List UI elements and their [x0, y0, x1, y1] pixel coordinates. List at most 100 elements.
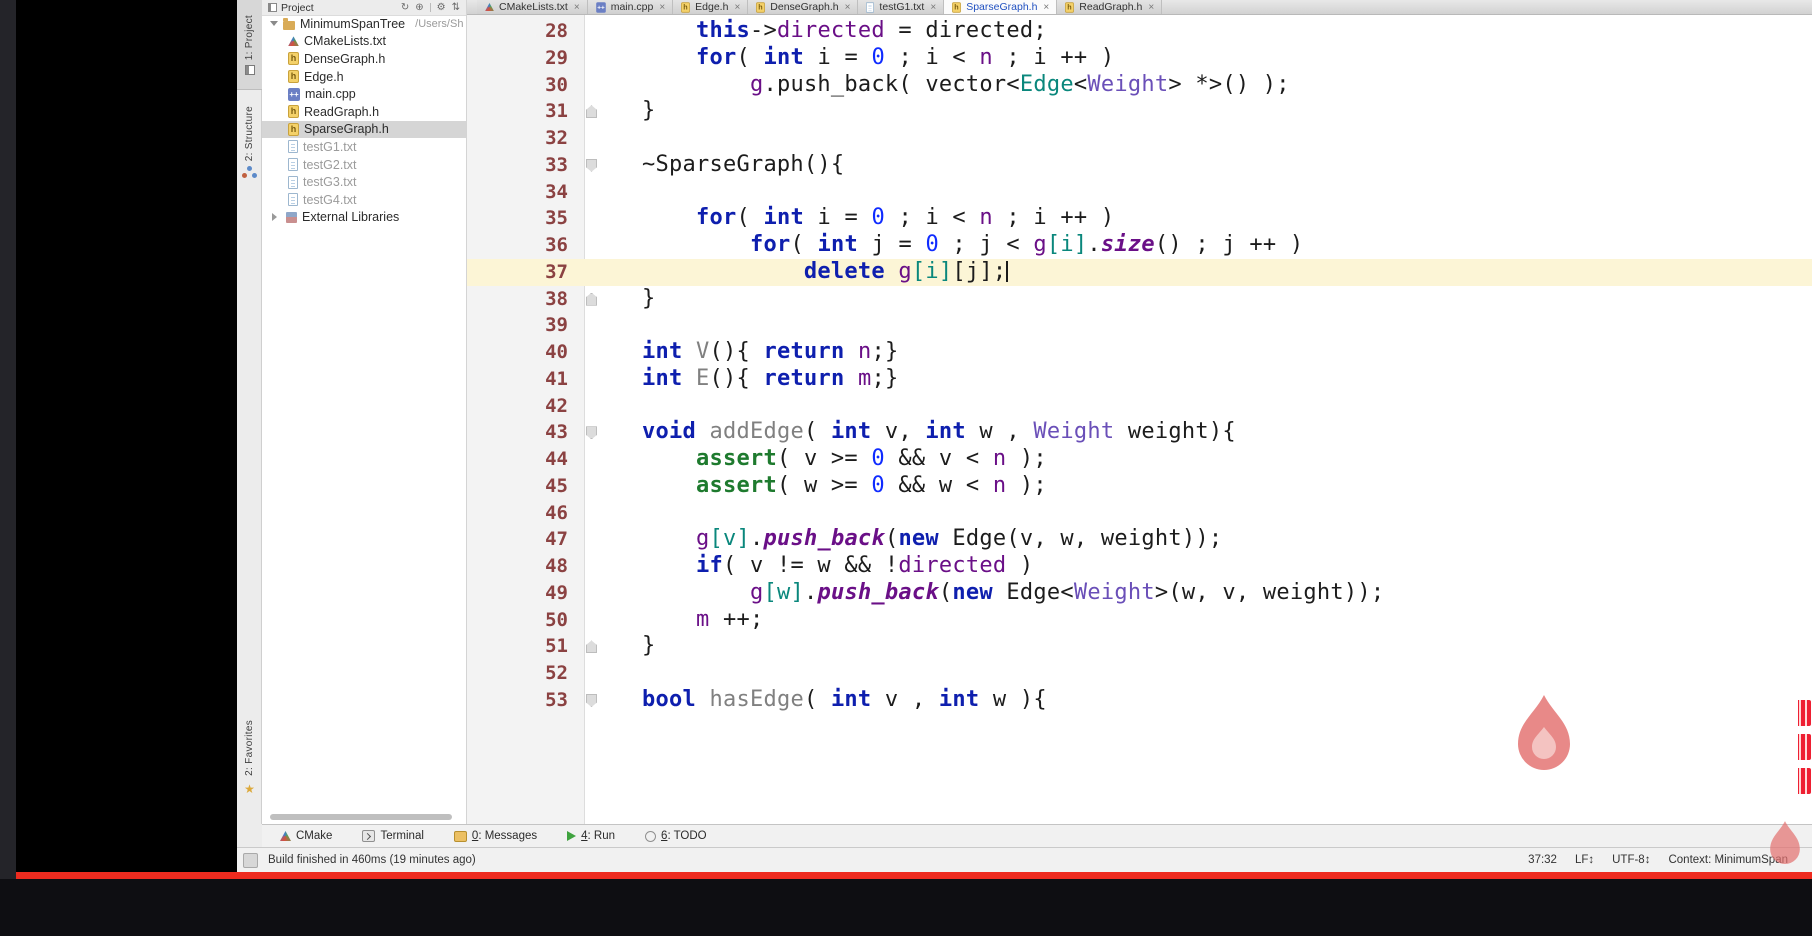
tree-item-label: testG3.txt	[303, 175, 357, 190]
code-line-48[interactable]: 48 if( v != w && !directed )	[467, 553, 1812, 580]
tool-button-favorites[interactable]: 2: Favorites	[237, 700, 262, 818]
tab-close-icon[interactable]: ×	[1043, 2, 1049, 13]
code-line-40[interactable]: 40 int V(){ return n;}	[467, 339, 1812, 366]
tool-button-structure[interactable]: 2: Structure	[237, 92, 262, 192]
code-line-36[interactable]: 36 for( int j = 0 ; j < g[i].size() ; j …	[467, 232, 1812, 259]
tree-item-cmakelists-txt[interactable]: CMakeLists.txt	[262, 33, 466, 51]
tab-close-icon[interactable]: ×	[845, 2, 851, 13]
tree-item-path: /Users/Sh	[415, 17, 464, 30]
code-line-42[interactable]: 42	[467, 393, 1812, 420]
code-line-37[interactable]: 37 delete g[i][j];	[467, 258, 1812, 286]
code-line-28[interactable]: 28 this->directed = directed;	[467, 18, 1812, 45]
toolwindow-button-cmake[interactable]: CMake	[280, 830, 332, 842]
line-number: 29	[545, 46, 568, 69]
tab-label: main.cpp	[610, 1, 654, 13]
cmake-file-icon	[288, 36, 299, 47]
line-number: 35	[545, 207, 568, 230]
status-item-lf[interactable]: LF↕	[1575, 854, 1594, 866]
tree-item-main-cpp[interactable]: main.cpp	[262, 85, 466, 103]
video-progress-bar[interactable]	[16, 872, 1812, 879]
tab-label: CMakeLists.txt	[499, 1, 568, 13]
line-number: 40	[545, 341, 568, 364]
tab-close-icon[interactable]: ×	[659, 2, 665, 13]
tree-item-minimumspantree[interactable]: MinimumSpanTree/Users/Sh	[262, 15, 466, 33]
editor-tab-sparsegraph-h[interactable]: SparseGraph.h ×	[944, 0, 1058, 14]
collapse-all-icon[interactable]: ⇅	[452, 2, 460, 13]
editor-tab-densegraph-h[interactable]: DenseGraph.h ×	[748, 0, 859, 14]
project-panel-icon	[268, 3, 277, 12]
code-line-30[interactable]: 30 g.push_back( vector<Edge<Weight> *>()…	[467, 72, 1812, 99]
tab-label: SparseGraph.h	[966, 1, 1038, 13]
code-line-35[interactable]: 35 for( int i = 0 ; i < n ; i ++ )	[467, 205, 1812, 232]
project-panel-header-icons: ↻ ⊕ ⚙ ⇅	[401, 2, 460, 13]
tree-item-testg1-txt[interactable]: testG1.txt	[262, 138, 466, 156]
line-number: 37	[545, 260, 568, 283]
terminal-icon	[362, 830, 376, 842]
tab-close-icon[interactable]: ×	[574, 2, 580, 13]
tree-item-readgraph-h[interactable]: ReadGraph.h	[262, 103, 466, 121]
code-line-52[interactable]: 52	[467, 660, 1812, 687]
code-line-45[interactable]: 45 assert( w >= 0 && w < n );	[467, 473, 1812, 500]
status-item-37-32[interactable]: 37:32	[1528, 854, 1557, 866]
tab-close-icon[interactable]: ×	[1148, 2, 1154, 13]
code-line-32[interactable]: 32	[467, 125, 1812, 152]
video-player-frame: 1: Project 2: Structure 2: Favorites Pro…	[0, 0, 1812, 936]
editor-tab-main-cpp[interactable]: main.cpp ×	[587, 0, 674, 14]
project-panel-title: Project	[281, 1, 314, 14]
code-line-29[interactable]: 29 for( int i = 0 ; i < n ; i ++ )	[467, 45, 1812, 72]
refresh-icon[interactable]: ↻	[401, 2, 409, 13]
toolwindow-button-6-todo[interactable]: 6: TODO	[645, 830, 707, 842]
code-line-34[interactable]: 34	[467, 179, 1812, 206]
tree-item-testg2-txt[interactable]: testG2.txt	[262, 156, 466, 174]
code-line-49[interactable]: 49 g[w].push_back(new Edge<Weight>(w, v,…	[467, 580, 1812, 607]
code-line-51[interactable]: 51 }	[467, 633, 1812, 660]
editor-tab-testg1-txt[interactable]: testG1.txt ×	[858, 0, 945, 14]
code-text: }	[641, 285, 656, 311]
code-line-53[interactable]: 53 bool hasEdge( int v , int w ){	[467, 687, 1812, 714]
tree-item-edge-h[interactable]: Edge.h	[262, 68, 466, 86]
status-item-utf-8[interactable]: UTF-8↕	[1612, 854, 1650, 866]
chevron-down-icon[interactable]	[270, 21, 278, 30]
text-cursor	[1006, 260, 1009, 282]
line-number: 50	[545, 608, 568, 631]
code-line-33[interactable]: 33 ~SparseGraph(){	[467, 152, 1812, 179]
tree-item-densegraph-h[interactable]: DenseGraph.h	[262, 50, 466, 68]
line-number: 30	[545, 73, 568, 96]
tab-close-icon[interactable]: ×	[930, 2, 936, 13]
code-line-47[interactable]: 47 g[v].push_back(new Edge(v, w, weight)…	[467, 526, 1812, 553]
code-line-50[interactable]: 50 m ++;	[467, 607, 1812, 634]
code-line-43[interactable]: 43 void addEdge( int v, int w , Weight w…	[467, 419, 1812, 446]
chevron-right-icon[interactable]	[272, 213, 281, 222]
tree-item-label: DenseGraph.h	[304, 51, 386, 66]
editor-tab-readgraph-h[interactable]: ReadGraph.h ×	[1057, 0, 1163, 14]
code-text: if( v != w && !directed )	[695, 553, 1034, 579]
toolwindow-button-0-messages[interactable]: 0: Messages	[453, 830, 537, 842]
toolwindow-button-terminal[interactable]: Terminal	[362, 830, 424, 842]
editor-tab-edge-h[interactable]: Edge.h ×	[673, 0, 749, 14]
code-line-38[interactable]: 38 }	[467, 286, 1812, 313]
line-number: 48	[545, 555, 568, 578]
toolwindow-button-4-run[interactable]: 4: Run	[567, 830, 615, 842]
code-line-39[interactable]: 39	[467, 312, 1812, 339]
tab-close-icon[interactable]: ×	[734, 2, 740, 13]
settings-gear-icon[interactable]: ⚙	[437, 2, 446, 13]
tree-item-external-libraries[interactable]: External Libraries	[262, 209, 466, 227]
code-text: int E(){ return m;}	[641, 365, 899, 391]
code-line-41[interactable]: 41 int E(){ return m;}	[467, 366, 1812, 393]
code-line-44[interactable]: 44 assert( v >= 0 && v < n );	[467, 446, 1812, 473]
editor-tab-cmakelists-txt[interactable]: CMakeLists.txt ×	[477, 0, 588, 14]
code-line-31[interactable]: 31 }	[467, 98, 1812, 125]
toolwindow-button-label: 4: Run	[581, 830, 616, 842]
line-number: 38	[545, 287, 568, 310]
tree-item-testg3-txt[interactable]: testG3.txt	[262, 173, 466, 191]
code-editor[interactable]: 28 this->directed = directed; 29 for( int…	[467, 15, 1812, 824]
tree-item-sparsegraph-h[interactable]: SparseGraph.h	[262, 120, 466, 139]
locate-icon[interactable]: ⊕	[415, 2, 423, 13]
toolwindow-toggle-icon[interactable]	[243, 852, 258, 868]
code-line-46[interactable]: 46	[467, 500, 1812, 527]
horizontal-scrollbar[interactable]	[270, 814, 452, 820]
text-file-icon	[288, 158, 298, 172]
line-number: 51	[545, 635, 568, 658]
tool-button-project[interactable]: 1: Project	[237, 0, 262, 90]
tree-item-testg4-txt[interactable]: testG4.txt	[262, 191, 466, 209]
